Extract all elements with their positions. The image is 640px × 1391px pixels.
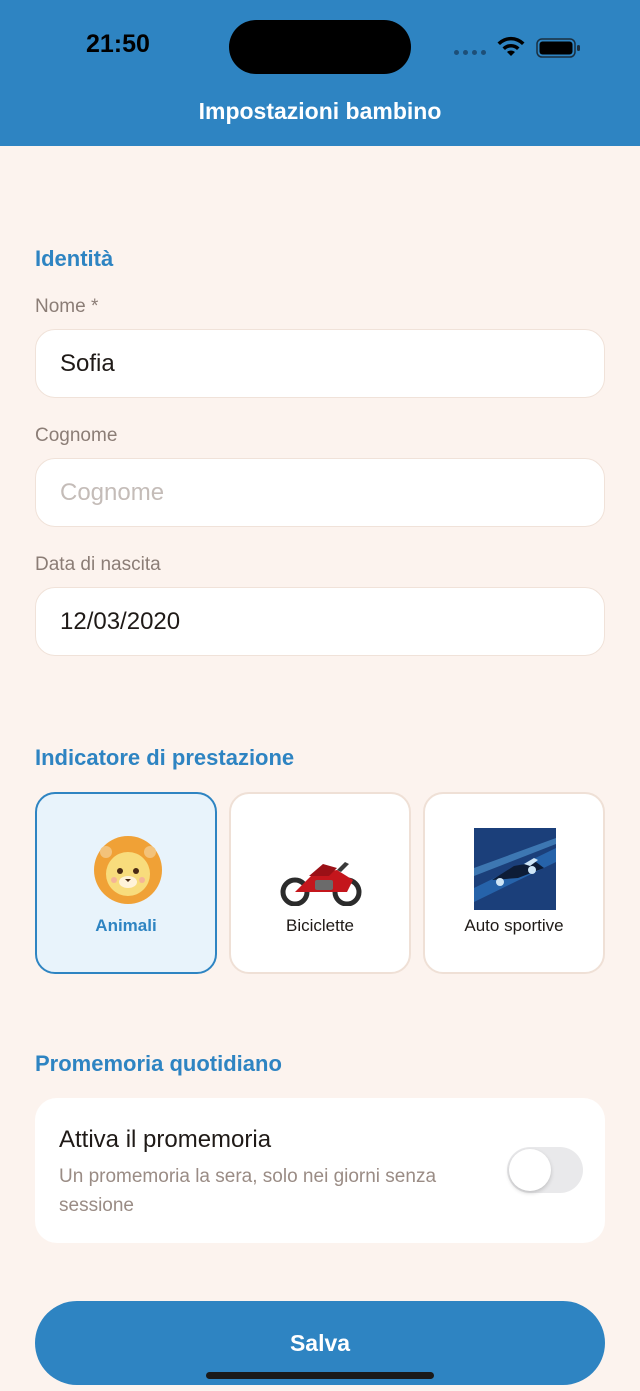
lion-icon [94, 836, 162, 904]
name-field[interactable]: Sofia [35, 329, 605, 398]
app-header: 21:50 Impostazioni bambino [0, 0, 640, 146]
toggle-knob [509, 1149, 551, 1191]
indicator-option-sports-cars[interactable]: Auto sportive [423, 792, 605, 974]
dynamic-island [229, 20, 411, 74]
surname-field[interactable]: Cognome [35, 458, 605, 527]
birthdate-field[interactable]: 12/03/2020 [35, 587, 605, 656]
home-indicator[interactable] [206, 1372, 434, 1379]
battery-icon [536, 38, 580, 58]
name-label: Nome * [35, 296, 99, 317]
reminder-description: Un promemoria la sera, solo nei giorni s… [59, 1166, 437, 1216]
cellular-signal-icon [454, 50, 486, 55]
reminder-title: Attiva il promemoria [59, 1126, 272, 1153]
status-time: 21:50 [86, 30, 150, 58]
page-title: Impostazioni bambino [198, 98, 442, 124]
indicator-option-label: Auto sportive [464, 916, 564, 935]
reminder-toggle[interactable] [507, 1147, 583, 1193]
indicator-section-title: Indicatore di prestazione [35, 745, 295, 770]
race-car-icon [474, 828, 556, 910]
identity-section-title: Identità [35, 246, 114, 271]
indicator-option-bicycles[interactable]: Biciclette [229, 792, 411, 974]
motorcycle-icon [280, 862, 362, 906]
wifi-icon [497, 36, 525, 56]
birthdate-label: Data di nascita [35, 554, 161, 575]
surname-label: Cognome [35, 425, 118, 446]
reminder-section-title: Promemoria quotidiano [35, 1051, 282, 1076]
indicator-option-animals[interactable]: Animali [35, 792, 217, 974]
indicator-option-label: Biciclette [285, 916, 355, 935]
indicator-option-label: Animali [95, 916, 157, 935]
reminder-card: Attiva il promemoria Un promemoria la se… [35, 1098, 605, 1243]
